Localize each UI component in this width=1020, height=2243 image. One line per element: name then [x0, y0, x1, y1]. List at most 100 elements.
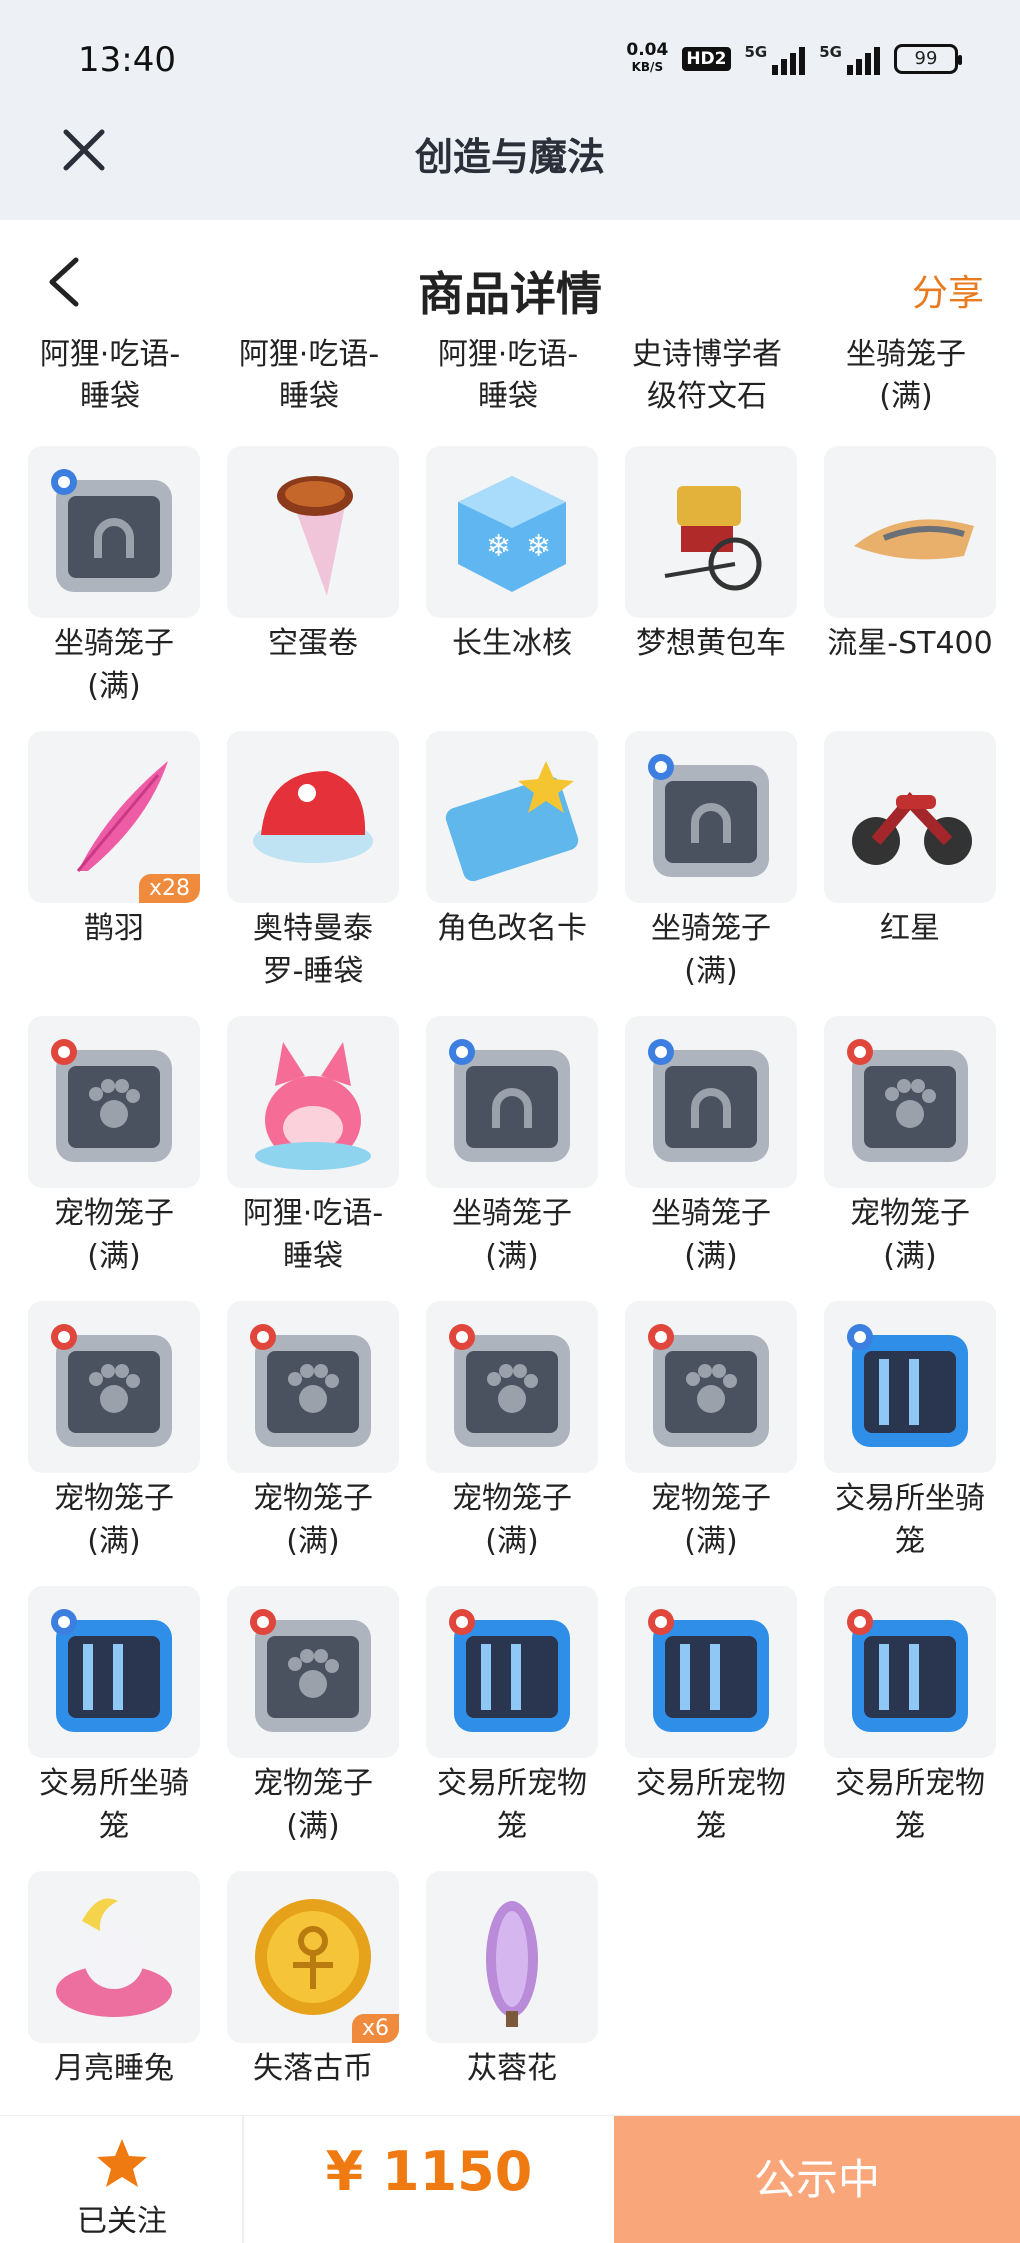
item-thumbnail	[28, 1301, 200, 1473]
status-time: 13:40	[78, 40, 176, 80]
pet-cage-icon	[51, 1324, 172, 1447]
grid-item[interactable]: 坐骑笼子 (满)	[619, 731, 805, 1001]
sleeping-bag-icon	[253, 771, 373, 863]
grid-item-label: 鹊羽	[84, 911, 144, 946]
grid-item[interactable]: 空蛋卷	[221, 446, 407, 716]
grid-item[interactable]: 宠物笼子 (满)	[22, 1301, 208, 1571]
bottom-bar: 已关注 ¥ 1150 公示中	[0, 2115, 1020, 2243]
exchange-pet-cage-icon	[847, 1609, 968, 1732]
item-thumbnail	[625, 1016, 797, 1188]
item-thumbnail	[426, 1586, 598, 1758]
grid-item-label: 宠物笼子 (满)	[54, 1481, 174, 1559]
ice-cream-cone-icon	[277, 476, 353, 596]
item-thumbnail	[227, 1016, 399, 1188]
item-thumbnail	[227, 1301, 399, 1473]
grid-item-label: 坐骑笼子 (满)	[54, 626, 174, 704]
grid-item-label: 红星	[880, 911, 940, 946]
grid-item-label: 流星-ST400	[827, 626, 993, 661]
grid-item[interactable]: 阿狸·吃语- 睡袋	[221, 1016, 407, 1286]
price: ¥ 1150	[325, 2140, 533, 2203]
signal-bar	[799, 47, 806, 75]
motorcycle-icon	[852, 792, 972, 865]
hover-bike-icon	[854, 519, 974, 560]
mount-cage-icon	[51, 469, 172, 592]
grid-item-label: 交易所宠物 笼	[835, 1766, 985, 1844]
item-thumbnail	[625, 1301, 797, 1473]
grid-item[interactable]: x6 失落古币	[221, 1871, 407, 2115]
grid-item-label: 长生冰核	[452, 626, 572, 661]
item-thumbnail	[824, 731, 996, 903]
grid-item[interactable]: 宠物笼子 (满)	[221, 1586, 407, 1856]
grid-item[interactable]: 交易所坐骑 笼	[22, 1586, 208, 1856]
item-thumbnail	[227, 446, 399, 618]
grid-item-label: 坐骑笼子 (满)	[651, 911, 771, 989]
grid-item[interactable]: 宠物笼子 (满)	[420, 1301, 606, 1571]
grid-item[interactable]: 梦想黄包车	[619, 446, 805, 716]
item-thumbnail	[28, 446, 200, 618]
grid-item-label: 宠物笼子 (满)	[850, 1196, 970, 1274]
item-thumbnail	[426, 731, 598, 903]
rename-card-icon	[445, 761, 579, 882]
share-button[interactable]: 分享	[912, 264, 984, 316]
grid-item-label: 角色改名卡	[437, 911, 587, 946]
grid-item[interactable]: 宠物笼子 (满)	[22, 1016, 208, 1286]
rickshaw-icon	[664, 486, 762, 591]
pet-cage-icon	[51, 1039, 172, 1162]
grid-item-label: 宠物笼子 (满)	[452, 1481, 572, 1559]
item-thumbnail	[824, 446, 996, 618]
exchange-mount-cage-icon	[847, 1324, 968, 1447]
grid-item[interactable]: 角色改名卡	[420, 731, 606, 1001]
grid-item[interactable]: 流星-ST400	[818, 446, 1004, 716]
grid-item[interactable]: 宠物笼子 (满)	[619, 1301, 805, 1571]
network-speed: 0.04 KB/S	[626, 42, 668, 76]
status-bar: 13:40 0.04 KB/S HD2 5G 5G 99	[0, 0, 1020, 120]
grid-item[interactable]: ❄ ❄ 长生冰核	[420, 446, 606, 716]
svg-text:❄: ❄	[486, 529, 511, 564]
signal-bar	[865, 53, 871, 75]
pink-fox-icon	[255, 1042, 371, 1170]
exchange-mount-cage-icon	[51, 1609, 172, 1732]
grid-item[interactable]: 交易所宠物 笼	[619, 1586, 805, 1856]
pet-cage-icon	[250, 1324, 371, 1447]
pet-cage-icon	[250, 1609, 371, 1732]
pet-cage-icon	[648, 1324, 769, 1447]
item-thumbnail	[426, 1016, 598, 1188]
grid-item-label: 史诗博学者 级符文石	[632, 338, 782, 414]
item-thumbnail: ❄ ❄	[426, 446, 598, 618]
grid-item-label: 阿狸·吃语- 睡袋	[39, 338, 181, 414]
grid-item[interactable]: 坐骑笼子 (满)	[420, 1016, 606, 1286]
grid-item[interactable]: 坐骑笼子 (满)	[619, 1016, 805, 1286]
signal-bar	[790, 53, 797, 75]
grid-item[interactable]: 宠物笼子 (满)	[818, 1016, 1004, 1286]
exchange-pet-cage-icon	[648, 1609, 769, 1732]
follow-button[interactable]: 已关注	[0, 2116, 244, 2243]
grid-item[interactable]: 交易所宠物 笼	[420, 1586, 606, 1856]
purple-flower-icon	[486, 1901, 538, 2027]
grid-item-label: 宠物笼子 (满)	[253, 1766, 373, 1844]
battery-icon: 99	[894, 44, 962, 74]
item-thumbnail	[227, 1586, 399, 1758]
grid-item[interactable]: 月亮睡兔	[22, 1871, 208, 2115]
grid-item[interactable]: 交易所宠物 笼	[818, 1586, 1004, 1856]
status-indicators: 0.04 KB/S HD2 5G 5G 99	[626, 42, 962, 76]
follow-label: 已关注	[77, 2204, 167, 2239]
app-title: 创造与魔法	[414, 135, 605, 179]
svg-text:❄: ❄	[526, 529, 551, 564]
status-button[interactable]: 公示中	[614, 2116, 1020, 2243]
grid-item[interactable]: 宠物笼子 (满)	[221, 1301, 407, 1571]
pet-cage-icon	[847, 1039, 968, 1162]
signal-bar	[847, 65, 853, 75]
grid-item[interactable]: 交易所坐骑 笼	[818, 1301, 1004, 1571]
ice-cube-icon: ❄ ❄	[458, 476, 566, 592]
grid-item[interactable]: 坐骑笼子 (满)	[22, 446, 208, 716]
grid-item[interactable]: x28 鹊羽	[22, 731, 208, 1001]
grid-item[interactable]: 苁蓉花	[420, 1871, 606, 2115]
grid-item-label: 交易所坐骑 笼	[39, 1766, 189, 1844]
grid-item[interactable]: 奥特曼泰 罗-睡袋	[221, 731, 407, 1001]
grid-item[interactable]: 红星	[818, 731, 1004, 1001]
mount-cage-icon	[648, 1039, 769, 1162]
item-thumbnail	[28, 1016, 200, 1188]
item-thumbnail	[824, 1586, 996, 1758]
signal-icon: 5G	[819, 43, 880, 75]
signal-bar	[772, 65, 779, 75]
